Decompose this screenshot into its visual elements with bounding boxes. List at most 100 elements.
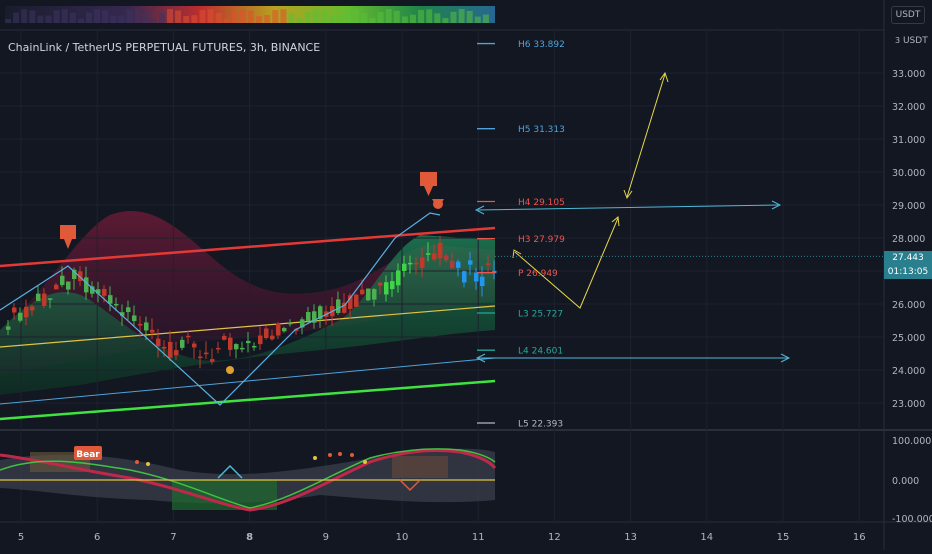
oscillator-tick-label: 0.000 [892, 476, 919, 487]
candle-body [6, 326, 11, 330]
top-strip-bar [288, 13, 295, 23]
top-strip-bar [21, 9, 28, 23]
top-strip-bar [369, 18, 376, 23]
pivot-level-label: H5 31.313 [518, 125, 565, 135]
pivot-level-label: H3 27.979 [518, 235, 565, 245]
top-strip-bar [239, 9, 246, 23]
price-tick-label: 25.000 [892, 333, 925, 344]
candle-body [228, 337, 233, 350]
candle-body [336, 299, 341, 313]
pivot-level-label: H4 29.105 [518, 198, 565, 208]
top-strip-bar [158, 12, 165, 23]
chart-title: ChainLink / TetherUS PERPETUAL FUTURES, … [8, 41, 321, 54]
candle-body [102, 288, 107, 296]
top-strip-bar [69, 12, 76, 23]
top-strip-bar [126, 10, 133, 23]
pivot-level-label: H6 33.892 [518, 40, 565, 50]
candle-body [474, 272, 479, 282]
top-strip-bar [102, 10, 109, 23]
candle-body [468, 260, 473, 265]
candle-body [156, 338, 161, 347]
top-strip-bar [280, 9, 287, 23]
top-strip-bar [77, 18, 84, 23]
candle-body [198, 356, 203, 359]
candle-body [426, 253, 431, 255]
time-tick-label: 15 [777, 532, 790, 543]
candle-body [126, 307, 131, 313]
price-tick-label: 28.000 [892, 234, 925, 245]
candle-body [360, 289, 365, 295]
candle-body [138, 323, 143, 326]
candle-body [108, 295, 113, 304]
oscillator-dot [313, 456, 317, 460]
candle-body [276, 323, 281, 336]
chart-area[interactable]: 33.00032.00031.00030.00029.00028.00027.0… [0, 0, 932, 550]
candle-body [48, 298, 53, 300]
corner-digit: 3 [895, 36, 901, 45]
top-strip-bar [377, 11, 384, 23]
candle-body [270, 335, 275, 340]
top-strip-bar [110, 15, 117, 23]
top-strip-bar [134, 9, 141, 23]
candle-body [54, 284, 59, 290]
top-strip-bar [320, 10, 327, 23]
top-strip-bar [312, 9, 319, 23]
top-strip-bar [426, 9, 433, 23]
top-strip-bar [142, 12, 149, 23]
candle-body [18, 312, 23, 321]
candle-body [234, 344, 239, 350]
top-strip-bar [329, 16, 335, 23]
top-strip-bar [272, 10, 279, 23]
candle-body [30, 306, 35, 311]
top-strip-bar [353, 9, 360, 23]
price-tick-label: 23.000 [892, 399, 925, 410]
price-tick-label: 30.000 [892, 168, 925, 179]
currency-button[interactable]: USDT [891, 6, 925, 24]
top-strip-bar [248, 10, 254, 23]
top-strip-bar [199, 10, 206, 23]
sell-signal-marker [420, 172, 437, 196]
top-strip-bar [474, 16, 481, 23]
top-strip-bar [393, 10, 400, 23]
oscillator-dot [135, 460, 139, 464]
top-strip-bar [458, 9, 465, 23]
top-strip-bar [337, 14, 344, 23]
price-tick-label: 31.000 [892, 135, 925, 146]
candle-body [444, 255, 449, 261]
top-strip-bar [418, 9, 425, 23]
bear-label: Bear [76, 450, 100, 460]
candle-body [366, 288, 371, 301]
top-strip-bar [296, 18, 303, 23]
sell-dot [433, 199, 443, 209]
pivot-level-label: L3 25.727 [518, 310, 563, 320]
top-strip-bar [264, 15, 271, 23]
top-strip-bar [442, 17, 449, 23]
candle-body [306, 312, 311, 322]
top-strip-bar [183, 15, 190, 23]
top-strip-bar [231, 12, 238, 23]
candle-body [456, 261, 461, 268]
time-tick-label: 8 [246, 532, 253, 543]
top-strip-bar [223, 18, 230, 23]
oscillator-tick-label: 100.000 [892, 436, 931, 447]
candle-body [168, 341, 173, 358]
last-price-badge: 27.443 [884, 251, 932, 265]
candle-body [408, 262, 413, 265]
candle-body [486, 263, 491, 266]
oscillator-dot [363, 460, 367, 464]
time-tick-label: 14 [700, 532, 713, 543]
pivot-level-label: P 26.949 [518, 269, 558, 279]
top-strip-bar [53, 10, 60, 23]
oscillator-dot [328, 453, 332, 457]
time-tick-label: 16 [853, 532, 866, 543]
candle-body [258, 335, 263, 345]
candle-body [264, 328, 269, 339]
candle-body [420, 257, 425, 268]
candle-body [222, 335, 227, 340]
oscillator-dot [338, 452, 342, 456]
price-tick-label: 33.000 [892, 69, 925, 80]
time-tick-label: 6 [94, 532, 100, 543]
oscillator-tick-label: -100.000 [892, 514, 932, 525]
price-axis-unit-label: USDT [902, 36, 928, 46]
chart-canvas[interactable]: 33.00032.00031.00030.00029.00028.00027.0… [0, 0, 932, 550]
